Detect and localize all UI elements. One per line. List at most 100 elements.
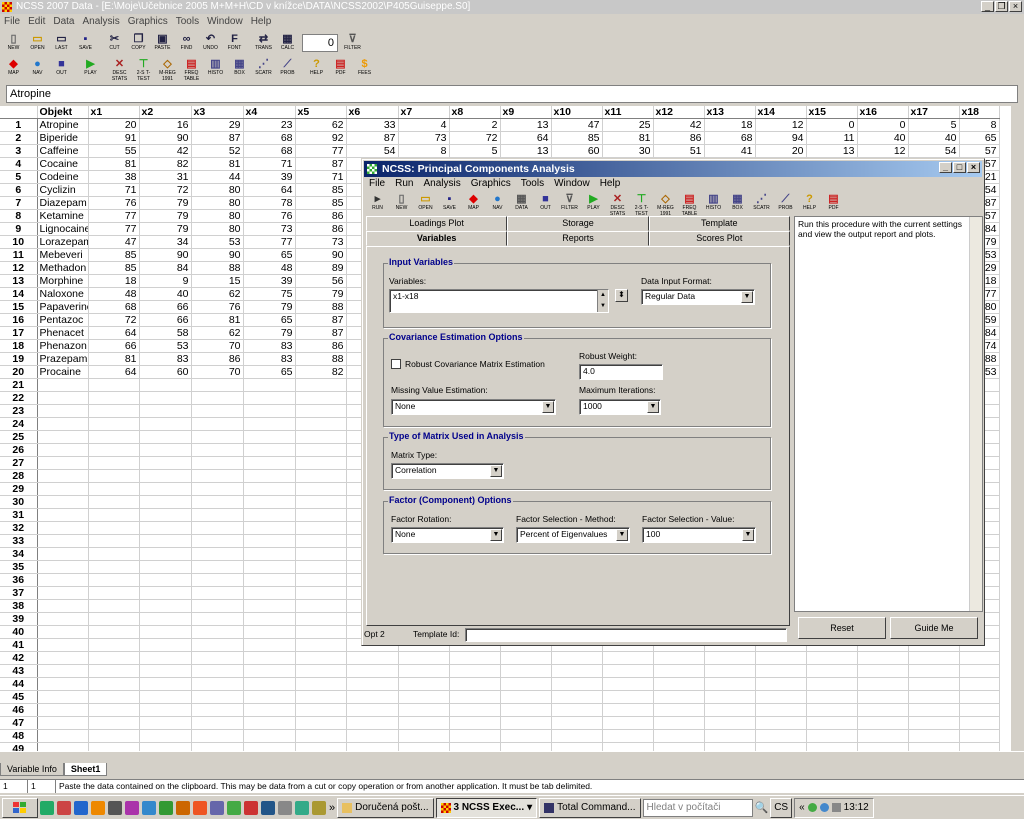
menu-help[interactable]: Help xyxy=(247,14,276,30)
table-cell[interactable]: 94 xyxy=(755,131,807,146)
table-cell[interactable] xyxy=(139,586,192,601)
column-header[interactable]: x7 xyxy=(398,106,450,120)
row-header[interactable]: 38 xyxy=(0,599,38,614)
proc-out-button[interactable]: ■ OUT xyxy=(50,57,73,79)
table-cell[interactable] xyxy=(88,417,140,432)
table-cell[interactable]: 40 xyxy=(908,131,960,146)
table-cell[interactable] xyxy=(959,742,1000,751)
row-header[interactable]: 5 xyxy=(0,170,38,185)
table-cell[interactable]: 9 xyxy=(139,274,192,289)
table-cell[interactable] xyxy=(295,716,347,731)
table-cell[interactable] xyxy=(139,547,192,562)
proc-play-button[interactable]: ▶ PLAY xyxy=(79,57,102,79)
table-cell[interactable] xyxy=(191,690,244,705)
row-header[interactable]: 6 xyxy=(0,183,38,198)
dialog-menu-tools[interactable]: Tools xyxy=(516,177,549,191)
table-cell[interactable] xyxy=(37,417,89,432)
menu-tools[interactable]: Tools xyxy=(172,14,203,30)
table-cell[interactable] xyxy=(295,521,347,536)
proc-fees-button[interactable]: $ FEES xyxy=(353,57,376,79)
chevron-down-icon[interactable]: ▼ xyxy=(490,529,502,541)
table-cell[interactable]: 86 xyxy=(295,209,347,224)
table-cell[interactable] xyxy=(139,417,192,432)
table-cell[interactable] xyxy=(551,716,603,731)
table-cell[interactable]: 15 xyxy=(191,274,244,289)
table-cell[interactable] xyxy=(295,573,347,588)
table-cell[interactable]: 58 xyxy=(139,326,192,341)
quick-launch-icon[interactable] xyxy=(227,800,241,815)
table-cell[interactable]: 71 xyxy=(295,170,347,185)
table-cell[interactable] xyxy=(37,625,89,640)
table-cell[interactable] xyxy=(88,586,140,601)
table-cell[interactable]: 18 xyxy=(704,118,756,133)
row-header[interactable]: 23 xyxy=(0,404,38,419)
chevron-down-icon[interactable]: ▼ xyxy=(490,465,502,477)
dialog-histo-button[interactable]: ▥ HISTO xyxy=(702,192,725,214)
tab-template[interactable]: Template xyxy=(648,216,790,231)
main-filter-button[interactable]: ⊽ FILTER xyxy=(341,32,364,54)
table-cell[interactable] xyxy=(37,456,89,471)
table-cell[interactable] xyxy=(806,651,858,666)
row-header[interactable]: 37 xyxy=(0,586,38,601)
table-cell[interactable] xyxy=(243,716,296,731)
table-cell[interactable] xyxy=(755,690,807,705)
row-header[interactable]: 14 xyxy=(0,287,38,302)
table-cell[interactable]: 87 xyxy=(295,157,347,172)
dialog-menu-run[interactable]: Run xyxy=(390,177,418,191)
dialog-pdf-button[interactable]: ▤ PDF xyxy=(822,192,845,214)
table-cell[interactable] xyxy=(243,534,296,549)
table-cell[interactable]: 29 xyxy=(191,118,244,133)
table-cell[interactable] xyxy=(704,664,756,679)
main-font-button[interactable]: F FONT xyxy=(223,32,246,54)
table-cell[interactable]: 70 xyxy=(191,339,244,354)
column-header[interactable]: x5 xyxy=(295,106,347,120)
table-cell[interactable]: 30 xyxy=(602,144,654,159)
table-cell[interactable] xyxy=(704,677,756,692)
chevron-down-icon[interactable]: ▼ xyxy=(647,401,659,413)
table-cell[interactable]: 56 xyxy=(295,274,347,289)
table-cell[interactable]: 47 xyxy=(551,118,603,133)
table-cell[interactable] xyxy=(88,547,140,562)
close-button[interactable]: × xyxy=(1009,1,1022,12)
table-cell[interactable] xyxy=(191,638,244,653)
row-header[interactable]: 1 xyxy=(0,118,38,133)
table-cell[interactable]: 89 xyxy=(295,261,347,276)
tab-storage[interactable]: Storage xyxy=(507,216,649,231)
table-cell[interactable]: 72 xyxy=(139,183,192,198)
table-cell[interactable] xyxy=(37,703,89,718)
table-cell[interactable] xyxy=(37,677,89,692)
column-header[interactable]: x1 xyxy=(88,106,140,120)
table-cell[interactable]: 79 xyxy=(139,222,192,237)
table-cell[interactable] xyxy=(806,716,858,731)
table-cell[interactable] xyxy=(88,534,140,549)
table-cell[interactable] xyxy=(139,612,192,627)
proc-m-reg-1991-button[interactable]: ◇ M-REG 1991 xyxy=(156,57,179,82)
table-cell[interactable] xyxy=(139,716,192,731)
table-cell[interactable] xyxy=(295,677,347,692)
table-cell[interactable]: Cyclizin xyxy=(37,183,89,198)
table-cell[interactable] xyxy=(191,417,244,432)
table-cell[interactable] xyxy=(88,729,140,744)
table-cell[interactable] xyxy=(806,729,858,744)
table-cell[interactable] xyxy=(295,430,347,445)
proc-freq-table-button[interactable]: ▤ FREQ TABLE xyxy=(180,57,203,82)
table-cell[interactable] xyxy=(191,716,244,731)
tab-variable-info[interactable]: Variable Info xyxy=(0,763,64,776)
table-cell[interactable] xyxy=(500,690,552,705)
table-cell[interactable] xyxy=(243,729,296,744)
row-header[interactable]: 18 xyxy=(0,339,38,354)
table-cell[interactable] xyxy=(908,664,960,679)
template-id-field[interactable] xyxy=(465,628,787,642)
restore-button[interactable]: ❐ xyxy=(995,1,1008,12)
table-cell[interactable]: 81 xyxy=(191,313,244,328)
quick-launch-icon[interactable] xyxy=(210,800,224,815)
table-cell[interactable]: 80 xyxy=(191,196,244,211)
table-cell[interactable] xyxy=(398,651,450,666)
table-cell[interactable] xyxy=(653,677,705,692)
table-cell[interactable]: 73 xyxy=(398,131,450,146)
table-cell[interactable] xyxy=(295,534,347,549)
table-cell[interactable] xyxy=(139,378,192,393)
chevron-down-icon[interactable]: ▼ xyxy=(741,291,753,303)
table-cell[interactable] xyxy=(500,703,552,718)
table-cell[interactable]: 48 xyxy=(243,261,296,276)
